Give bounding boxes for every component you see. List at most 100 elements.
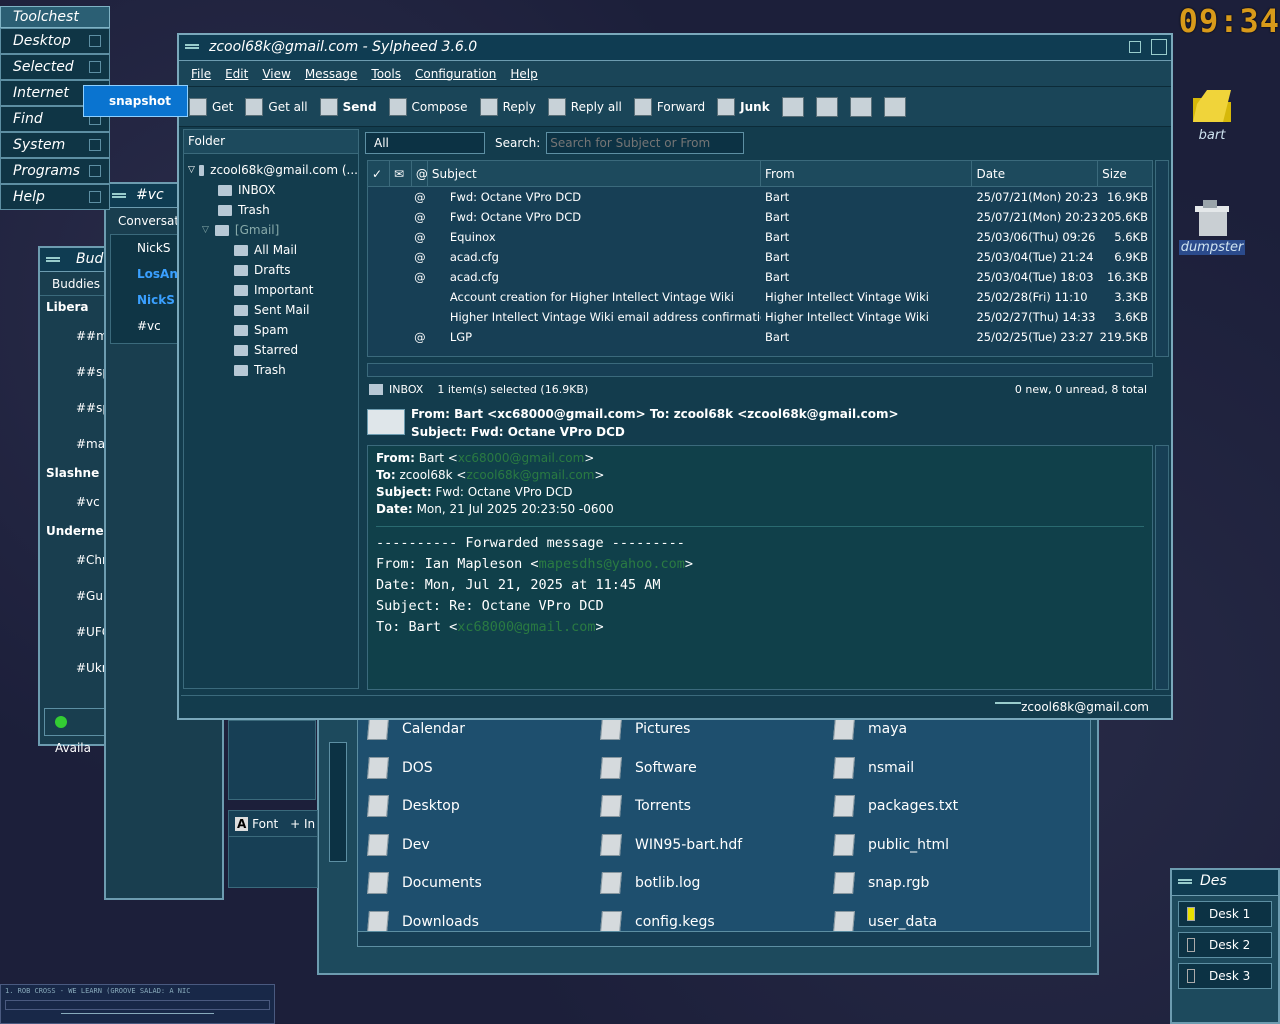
reply-button[interactable]: Reply [479,97,536,116]
get-button[interactable]: Get [189,97,233,116]
menu-message[interactable]: Message [305,67,358,81]
menu-edit[interactable]: Edit [225,67,248,81]
menu-view[interactable]: View [262,67,290,81]
file-item[interactable]: maya [833,720,1057,749]
snapshot-menu-item[interactable]: snapshot [83,85,188,117]
file-item[interactable]: Calendar [367,720,591,749]
desktop-icon-bart[interactable]: bart [1172,84,1252,143]
toolchest-item-system[interactable]: System [0,132,110,158]
message-row[interactable]: @ Fwd: Octane VPro DCD Bart 25/07/21(Mon) 2… [368,187,1152,207]
desks-title-bar[interactable]: Des [1172,870,1278,896]
hdr-to-link[interactable]: zcool68k@gmail.com [466,468,594,482]
message-list-scrollbar[interactable] [1155,160,1169,357]
message-row[interactable]: @ LGP Bart 25/02/25(Tue) 23:27 219.5KB [368,327,1152,347]
file-item[interactable]: nsmail [833,749,1057,788]
expand-icon[interactable]: ▽ [202,220,209,240]
file-item[interactable]: Documents [367,864,591,903]
folder-trash[interactable]: Trash [184,360,358,380]
folder-allmail[interactable]: All Mail [184,240,358,260]
file-item[interactable]: Desktop [367,787,591,826]
junk-button[interactable]: Junk [717,97,770,116]
horizontal-scrollbar[interactable] [357,931,1091,947]
font-button[interactable]: A Font [235,817,278,831]
send-button[interactable]: Send [319,97,377,116]
folder-drafts[interactable]: Drafts [184,260,358,280]
folder-inbox[interactable]: INBOX [184,180,358,200]
buddy-room[interactable]: ##spa [40,390,117,426]
buddy-room[interactable]: #vc [40,484,106,520]
body-link[interactable]: mapesdhs@yahoo.com [539,556,685,572]
message-row[interactable]: @ Fwd: Octane VPro DCD Bart 25/07/21(Mon) 2… [368,207,1152,227]
buddy-group[interactable]: Underne [40,520,106,542]
file-item[interactable]: Pictures [600,720,824,749]
stop-icon[interactable] [883,96,906,117]
subject-column[interactable]: Subject [428,161,762,187]
side-slider[interactable] [329,742,347,862]
folder-sentmail[interactable]: Sent Mail [184,300,358,320]
message-body-scrollbar[interactable] [1155,445,1169,690]
reply-all-button[interactable]: Reply all [547,97,622,116]
player-controls[interactable] [5,1000,270,1010]
toolchest-title[interactable]: Toolchest [0,6,110,28]
toolchest-item-help[interactable]: Help [0,184,110,210]
forward-button[interactable]: Forward [633,97,705,116]
tab-buddies[interactable]: Buddies [40,272,106,296]
status-column[interactable]: ✉ [390,161,412,187]
desk-button[interactable]: Desk 1 [1178,901,1272,927]
folder-spam[interactable]: Spam [184,320,358,340]
menu-file[interactable]: File [191,67,211,81]
message-row[interactable]: Higher Intellect Vintage Wiki email addr… [368,307,1152,327]
buddy-room[interactable]: #Gula [40,578,114,614]
toolchest-item-selected[interactable]: Selected [0,54,110,80]
message-view-icon[interactable] [367,409,405,435]
filter-select[interactable]: All [365,132,485,154]
irc-input-area[interactable]: A Font + In [228,810,318,888]
buddy-room[interactable]: #Chri [40,542,110,578]
expand-icon[interactable]: ▽ [188,160,195,180]
file-item[interactable]: Software [600,749,824,788]
desktop-icon-dumpster[interactable]: dumpster [1172,196,1252,255]
search-input[interactable] [546,132,745,154]
date-column[interactable]: Date [972,161,1099,187]
message-row[interactable]: Account creation for Higher Intellect Vi… [368,287,1152,307]
mark-column[interactable]: ✓ [368,161,390,187]
hdr-from-link[interactable]: xc68000@gmail.com [458,451,584,465]
file-item[interactable]: botlib.log [600,864,824,903]
online-icon[interactable] [995,702,1021,710]
toolchest-item-programs[interactable]: Programs [0,158,110,184]
minimize-button[interactable] [1129,41,1141,53]
maximize-button[interactable] [1151,39,1167,55]
get-all-button[interactable]: Get all [245,97,308,116]
folder-starred[interactable]: Starred [184,340,358,360]
status-selector[interactable]: Availa [44,708,106,755]
file-item[interactable]: packages.txt [833,787,1057,826]
file-item[interactable]: WIN95-bart.hdf [600,826,824,865]
body-link[interactable]: xc68000@gmail.com [457,619,595,635]
folder-gmail[interactable]: ▽ [Gmail] [184,220,358,240]
file-item[interactable]: DOS [367,749,591,788]
message-row[interactable]: @ Equinox Bart 25/03/06(Thu) 09:26 5.6KB [368,227,1152,247]
buddy-group[interactable]: Libera [40,296,106,318]
attach-column[interactable]: @ [412,161,428,187]
folder-account[interactable]: ▽ zcool68k@gmail.com (... [184,160,358,180]
size-column[interactable]: Size [1098,161,1152,187]
insert-button[interactable]: + In [290,817,315,831]
folder-important[interactable]: Important [184,280,358,300]
sylpheed-title-bar[interactable]: zcool68k@gmail.com - Sylpheed 3.6.0 [179,35,1171,61]
buddy-room[interactable]: #mac [40,426,112,462]
file-item[interactable]: snap.rgb [833,864,1057,903]
buddy-room[interactable]: ##ma [40,318,115,354]
menu-help[interactable]: Help [510,67,537,81]
message-row[interactable]: @ acad.cfg Bart 25/03/04(Tue) 18:03 16.3KB [368,267,1152,287]
from-column[interactable]: From [761,161,973,187]
message-list-hscroll[interactable] [367,363,1153,377]
down-arrow-icon[interactable] [781,96,804,117]
file-item[interactable]: public_html [833,826,1057,865]
buddy-room[interactable]: #Ukra [40,650,114,686]
compose-button[interactable]: Compose [388,97,468,116]
search-icon[interactable] [815,96,838,117]
seek-bar[interactable] [61,1013,214,1019]
buddy-room[interactable]: ##spa [40,354,117,390]
print-icon[interactable] [849,96,872,117]
buddy-title-bar[interactable]: Bud [40,248,106,272]
